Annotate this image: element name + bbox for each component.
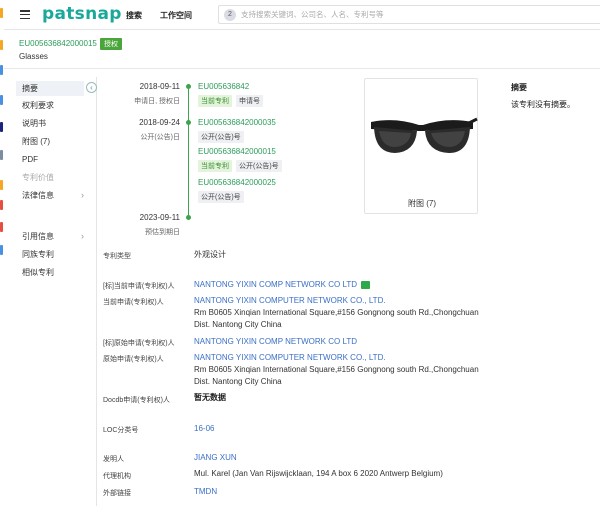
timeline-date-label: 预估到期日 xyxy=(145,229,180,236)
figure-card[interactable]: 附图 (7) xyxy=(364,78,478,214)
chevron-right-icon: › xyxy=(81,231,84,241)
assignee-link[interactable]: NANTONG YIXIN COMP NETWORK CO LTD xyxy=(194,280,370,289)
original-applicant-address: Dist. Nantong City China xyxy=(194,377,282,386)
timeline-line xyxy=(188,86,189,218)
sidebar-item-pdf[interactable]: PDF xyxy=(16,152,84,167)
publication-number-link[interactable]: EU005636842000015 xyxy=(198,147,276,156)
timeline-dot xyxy=(186,120,191,125)
docdb-applicant-label: Docdb申请(专利权)人 xyxy=(103,397,170,404)
current-applicant-address: Rm B0605 Xinqian International Square,#1… xyxy=(194,308,479,317)
external-link[interactable]: TMDN xyxy=(194,487,217,496)
loc-class-link[interactable]: 16-06 xyxy=(194,424,214,433)
current-patent-tag: 当前专利 xyxy=(198,95,232,107)
timeline-date: 2018-09-24 xyxy=(139,118,180,127)
sidebar-item-description[interactable]: 说明书 xyxy=(16,116,84,131)
abstract-text: 该专利没有摘要。 xyxy=(511,100,575,109)
inventor-label: 发明人 xyxy=(103,456,124,463)
timeline-dot xyxy=(186,215,191,220)
sidebar-item-claims[interactable]: 权利要求 xyxy=(16,98,84,113)
sidebar-item-drawings[interactable]: 附图 (7) xyxy=(16,134,84,149)
figure-caption: 附图 (7) xyxy=(408,199,436,208)
publication-no-tag: 公开(公告)号 xyxy=(236,160,282,172)
original-assignee-label: [标]原始申请(专利权)人 xyxy=(103,340,175,347)
patsnap-logo[interactable]: patsnap xyxy=(42,4,122,24)
search-count-badge: 2 xyxy=(224,9,236,21)
patent-number: EU005636842000015 xyxy=(19,39,97,48)
abstract-title: 摘要 xyxy=(511,83,527,92)
publication-no-tag: 公开(公告)号 xyxy=(198,191,244,203)
collapse-sidebar-icon[interactable]: ‹ xyxy=(86,82,97,93)
nav-search[interactable]: 搜索 xyxy=(126,10,142,21)
agency-label: 代理机构 xyxy=(103,473,131,480)
patent-title: Glasses xyxy=(19,52,48,61)
current-applicant-address: Dist. Nantong City China xyxy=(194,320,282,329)
external-link-label: 外部链接 xyxy=(103,490,131,497)
sunglasses-image xyxy=(371,117,478,153)
sidebar-item-similar[interactable]: 相似专利 xyxy=(16,265,84,280)
sidebar-item-legal-info[interactable]: 法律信息 › xyxy=(16,188,84,203)
timeline-date: 2023-09-11 xyxy=(139,213,180,222)
patent-type-value: 外观设计 xyxy=(194,250,226,259)
publication-number-link[interactable]: EU005636842000025 xyxy=(198,178,276,187)
application-number-link[interactable]: EU005636842 xyxy=(198,82,249,91)
chevron-right-icon: › xyxy=(81,190,84,200)
loc-class-label: LOC分类号 xyxy=(103,427,139,434)
search-box[interactable]: 2 xyxy=(218,5,600,24)
original-applicant-address: Rm B0605 Xinqian International Square,#1… xyxy=(194,365,479,374)
sidebar-item-abstract[interactable]: 摘要 xyxy=(16,81,84,96)
publication-no-tag: 公开(公告)号 xyxy=(198,131,244,143)
status-badge: 授权 xyxy=(100,38,122,50)
publication-number-link[interactable]: EU005636842000035 xyxy=(198,118,276,127)
original-applicant-label: 原始申请(专利权)人 xyxy=(103,356,164,363)
current-patent-tag: 当前专利 xyxy=(198,160,232,172)
top-bar: patsnap 搜索 工作空间 2 xyxy=(4,0,600,30)
timeline-date-label: 申请日, 授权日 xyxy=(134,98,180,105)
divider xyxy=(4,68,600,69)
sidebar-item-citations[interactable]: 引用信息 › xyxy=(16,229,84,244)
nav-workspace[interactable]: 工作空间 xyxy=(160,10,192,21)
timeline-date-label: 公开(公告)日 xyxy=(140,134,180,141)
sidebar-item-family[interactable]: 同族专利 xyxy=(16,247,84,262)
company-icon xyxy=(360,280,370,289)
agency-value: Mul. Karel (Jan Van Rijswijcklaan, 194 A… xyxy=(194,469,443,478)
timeline-date: 2018-09-11 xyxy=(139,82,180,91)
application-no-tag: 申请号 xyxy=(236,95,263,107)
patent-type-label: 专利类型 xyxy=(103,253,131,260)
search-input[interactable] xyxy=(241,7,541,22)
current-applicant-link[interactable]: NANTONG YIXIN COMPUTER NETWORK CO., LTD. xyxy=(194,296,386,305)
sidebar: 摘要 权利要求 说明书 附图 (7) PDF 专利价值 法律信息 › 引用信息 › … xyxy=(13,77,97,506)
app-rail xyxy=(0,0,4,506)
hamburger-menu-icon[interactable] xyxy=(20,10,30,20)
original-assignee-link[interactable]: NANTONG YIXIN COMP NETWORK CO LTD xyxy=(194,337,357,346)
assignee-label: [标]当前申请(专利权)人 xyxy=(103,283,175,290)
original-applicant-link[interactable]: NANTONG YIXIN COMPUTER NETWORK CO., LTD. xyxy=(194,353,386,362)
docdb-applicant-value: 暂无数据 xyxy=(194,393,226,402)
timeline-dot xyxy=(186,84,191,89)
sidebar-item-patent-value[interactable]: 专利价值 xyxy=(16,170,84,185)
current-applicant-label: 当前申请(专利权)人 xyxy=(103,299,164,306)
inventor-link[interactable]: JIANG XUN xyxy=(194,453,237,462)
